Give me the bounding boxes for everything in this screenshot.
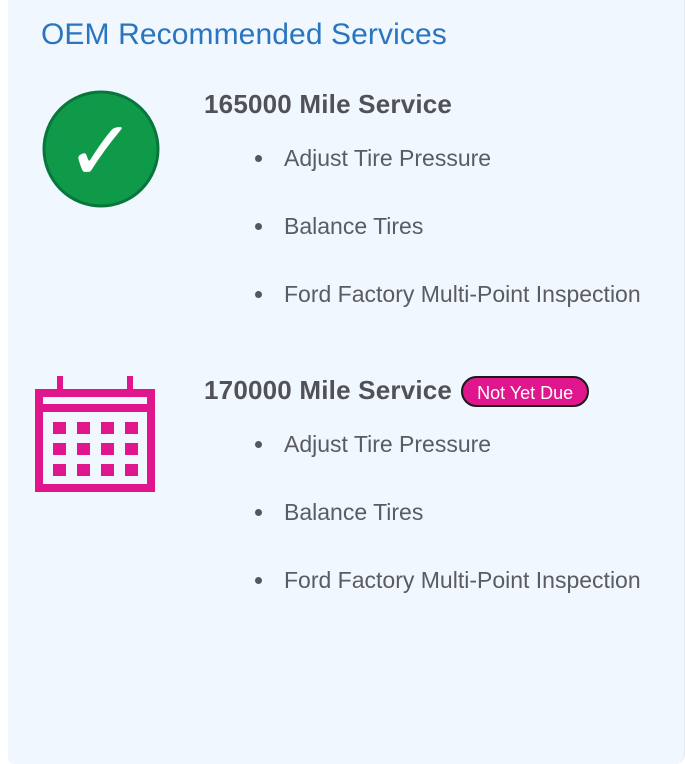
list-item: Adjust Tire Pressure [254, 424, 641, 492]
service-name: 165000 Mile Service [204, 88, 453, 119]
svg-text:✓: ✓ [66, 102, 136, 200]
service-heading: 170000 Mile Service Not Yet Due [204, 370, 590, 410]
calendar-icon [35, 376, 155, 492]
task-list: Adjust Tire Pressure Balance Tires Ford … [254, 138, 641, 342]
list-item: Balance Tires [254, 492, 641, 560]
task-label: Balance Tires [284, 213, 424, 239]
task-label: Ford Factory Multi-Point Inspection [284, 281, 641, 307]
task-label: Adjust Tire Pressure [284, 431, 492, 457]
list-item: Ford Factory Multi-Point Inspection [254, 274, 641, 342]
task-list: Adjust Tire Pressure Balance Tires Ford … [254, 424, 641, 628]
list-item: Ford Factory Multi-Point Inspection [254, 560, 641, 628]
status-badge: Not Yet Due [461, 375, 590, 407]
bullet-icon [255, 155, 262, 162]
bullet-icon [255, 509, 262, 516]
bullet-icon [255, 577, 262, 584]
task-label: Ford Factory Multi-Point Inspection [284, 567, 641, 593]
list-item: Adjust Tire Pressure [254, 138, 641, 206]
bullet-icon [255, 223, 262, 230]
service-heading: 165000 Mile Service [204, 84, 452, 124]
check-circle-icon: ✓ [42, 90, 160, 208]
service-name: 170000 Mile Service [204, 374, 453, 405]
list-item: Balance Tires [254, 206, 641, 274]
oem-services-card: OEM Recommended Services ✓ 165000 Mile S… [8, 0, 685, 764]
task-label: Balance Tires [284, 499, 424, 525]
section-title: OEM Recommended Services [41, 18, 447, 51]
bullet-icon [255, 441, 262, 448]
task-label: Adjust Tire Pressure [284, 145, 492, 171]
bullet-icon [255, 291, 262, 298]
